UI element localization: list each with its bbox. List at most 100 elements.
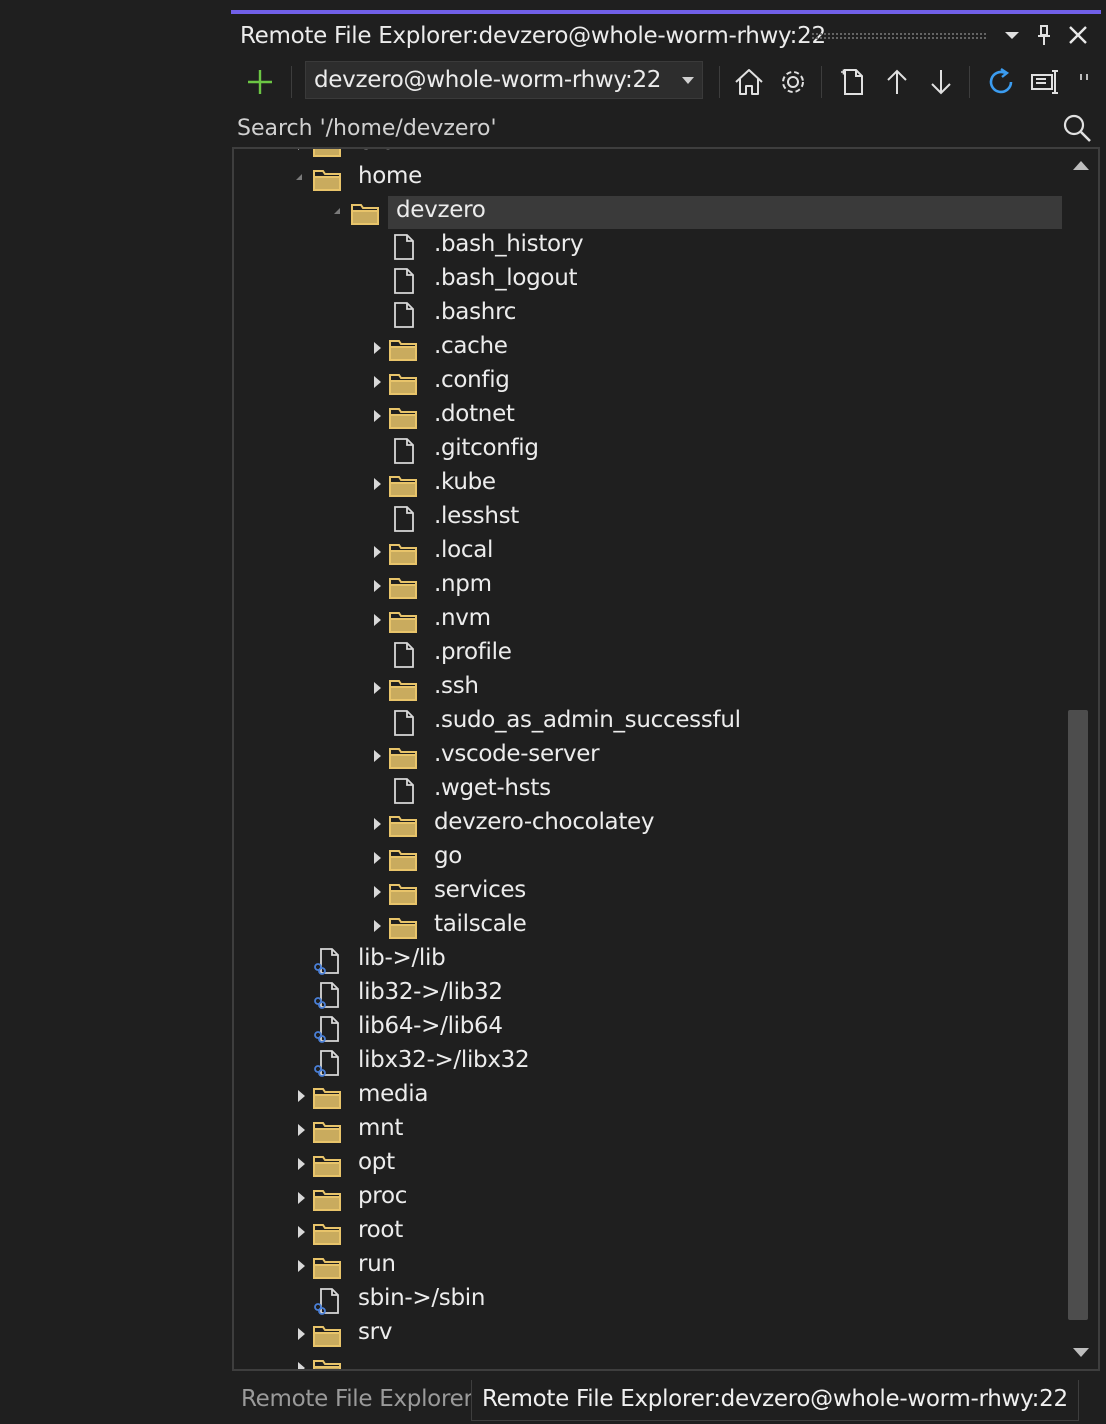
tree-item-label: tailscale xyxy=(434,911,527,937)
search-input[interactable] xyxy=(237,112,1057,144)
tree-file-row[interactable]: .gitconfig xyxy=(234,433,1064,467)
tree-link-row[interactable]: lib64->/lib64 xyxy=(234,1011,1064,1045)
chevron-right-icon[interactable] xyxy=(298,1260,305,1272)
tree-item-label: .dotnet xyxy=(434,401,515,427)
tree-folder-row[interactable]: .cache xyxy=(234,331,1064,365)
connection-dropdown-value: devzero@whole-worm-rhwy:22 xyxy=(314,67,662,93)
window-menu-dropdown-icon[interactable] xyxy=(999,22,1025,48)
tree-folder-row[interactable]: run xyxy=(234,1249,1064,1283)
tree-folder-row[interactable]: .ssh xyxy=(234,671,1064,705)
tree-folder-row[interactable]: mnt xyxy=(234,1113,1064,1147)
chevron-right-icon[interactable] xyxy=(298,1124,305,1136)
file-tree-view[interactable]: etc home devzero .bash_history .bash_logout.… xyxy=(232,147,1100,1371)
tree-folder-row[interactable] xyxy=(234,1351,1064,1369)
folder-icon xyxy=(388,811,418,839)
tree-folder-row[interactable]: devzero-chocolatey xyxy=(234,807,1064,841)
tree-folder-row[interactable]: .kube xyxy=(234,467,1064,501)
scrollbar-thumb[interactable] xyxy=(1068,710,1088,1321)
add-icon[interactable] xyxy=(242,64,278,100)
tree-link-row[interactable]: lib32->/lib32 xyxy=(234,977,1064,1011)
chevron-right-icon[interactable] xyxy=(298,1192,305,1204)
home-icon[interactable] xyxy=(731,64,767,100)
tree-folder-row[interactable]: .config xyxy=(234,365,1064,399)
tree-folder-row[interactable]: .npm xyxy=(234,569,1064,603)
tree-folder-row[interactable]: .dotnet xyxy=(234,399,1064,433)
toolbar-overflow-icon[interactable] xyxy=(1075,64,1095,100)
tree-item-label: home xyxy=(358,163,423,189)
chevron-right-icon[interactable] xyxy=(298,1362,305,1369)
tree-folder-row[interactable]: devzero xyxy=(234,195,1064,229)
file-icon xyxy=(388,777,418,805)
chevron-right-icon[interactable] xyxy=(374,376,381,388)
tree-link-row[interactable]: lib->/lib xyxy=(234,943,1064,977)
chevron-right-icon[interactable] xyxy=(374,580,381,592)
search-icon[interactable] xyxy=(1061,112,1093,144)
chevron-right-icon[interactable] xyxy=(374,614,381,626)
tree-file-row[interactable]: .sudo_as_admin_successful xyxy=(234,705,1064,739)
chevron-right-icon[interactable] xyxy=(374,750,381,762)
properties-icon[interactable] xyxy=(1027,64,1063,100)
tree-item-label: devzero xyxy=(396,197,486,223)
tree-link-row[interactable]: sbin->/sbin xyxy=(234,1283,1064,1317)
tree-folder-row[interactable]: srv xyxy=(234,1317,1064,1351)
pin-icon[interactable] xyxy=(1031,22,1057,48)
scroll-down-icon[interactable] xyxy=(1073,1348,1089,1357)
symlink-file-icon xyxy=(312,1287,342,1315)
tree-item-label: proc xyxy=(358,1183,408,1209)
tree-folder-row[interactable]: etc xyxy=(234,149,1064,161)
chevron-right-icon[interactable] xyxy=(298,1328,305,1340)
tree-file-row[interactable]: .lesshst xyxy=(234,501,1064,535)
tab-remote-file-explorer[interactable]: Remote File Explorer xyxy=(231,1380,483,1420)
tree-folder-row[interactable]: .local xyxy=(234,535,1064,569)
chevron-right-icon[interactable] xyxy=(374,342,381,354)
vertical-scrollbar[interactable] xyxy=(1062,149,1098,1369)
tree-folder-row[interactable]: go xyxy=(234,841,1064,875)
folder-icon xyxy=(388,573,418,601)
chevron-right-icon[interactable] xyxy=(374,852,381,864)
close-icon[interactable] xyxy=(1065,22,1091,48)
scroll-up-icon[interactable] xyxy=(1073,161,1089,170)
tab-remote-file-explorer-connection[interactable]: Remote File Explorer:devzero@whole-worm-… xyxy=(471,1380,1079,1421)
tree-folder-row[interactable]: services xyxy=(234,875,1064,909)
tree-file-row[interactable]: .bashrc xyxy=(234,297,1064,331)
upload-arrow-up-icon[interactable] xyxy=(879,64,915,100)
refresh-icon[interactable] xyxy=(983,64,1019,100)
tree-item-label: .config xyxy=(434,367,510,393)
folder-icon xyxy=(388,845,418,873)
tree-link-row[interactable]: libx32->/libx32 xyxy=(234,1045,1064,1079)
tree-file-row[interactable]: .bash_logout xyxy=(234,263,1064,297)
connection-dropdown[interactable]: devzero@whole-worm-rhwy:22 xyxy=(305,61,703,99)
chevron-right-icon[interactable] xyxy=(374,682,381,694)
tree-folder-row[interactable]: .nvm xyxy=(234,603,1064,637)
download-arrow-down-icon[interactable] xyxy=(923,64,959,100)
tree-file-row[interactable]: .profile xyxy=(234,637,1064,671)
tree-folder-row[interactable]: home xyxy=(234,161,1064,195)
chevron-right-icon[interactable] xyxy=(298,149,305,150)
tree-file-row[interactable]: .bash_history xyxy=(234,229,1064,263)
tree-folder-row[interactable]: tailscale xyxy=(234,909,1064,943)
tree-item-label: etc xyxy=(358,149,393,155)
tree-folder-row[interactable]: opt xyxy=(234,1147,1064,1181)
chevron-right-icon[interactable] xyxy=(374,920,381,932)
toolbar: devzero@whole-worm-rhwy:22 xyxy=(231,56,1101,108)
new-file-icon[interactable] xyxy=(835,64,871,100)
chevron-right-icon[interactable] xyxy=(298,1090,305,1102)
chevron-right-icon[interactable] xyxy=(374,886,381,898)
tree-file-row[interactable]: .wget-hsts xyxy=(234,773,1064,807)
folder-icon xyxy=(388,403,418,431)
chevron-right-icon[interactable] xyxy=(374,818,381,830)
title-drag-grip[interactable] xyxy=(811,32,987,40)
chevron-right-icon[interactable] xyxy=(298,1226,305,1238)
tree-folder-row[interactable]: media xyxy=(234,1079,1064,1113)
chevron-right-icon[interactable] xyxy=(374,478,381,490)
settings-gear-icon[interactable] xyxy=(775,64,811,100)
chevron-expanded-icon[interactable] xyxy=(334,208,340,214)
chevron-expanded-icon[interactable] xyxy=(296,174,302,180)
chevron-right-icon[interactable] xyxy=(374,410,381,422)
tree-folder-row[interactable]: .vscode-server xyxy=(234,739,1064,773)
tree-folder-row[interactable]: root xyxy=(234,1215,1064,1249)
tree-folder-row[interactable]: proc xyxy=(234,1181,1064,1215)
chevron-right-icon[interactable] xyxy=(374,546,381,558)
chevron-right-icon[interactable] xyxy=(298,1158,305,1170)
tree-item-label: lib->/lib xyxy=(358,945,446,971)
